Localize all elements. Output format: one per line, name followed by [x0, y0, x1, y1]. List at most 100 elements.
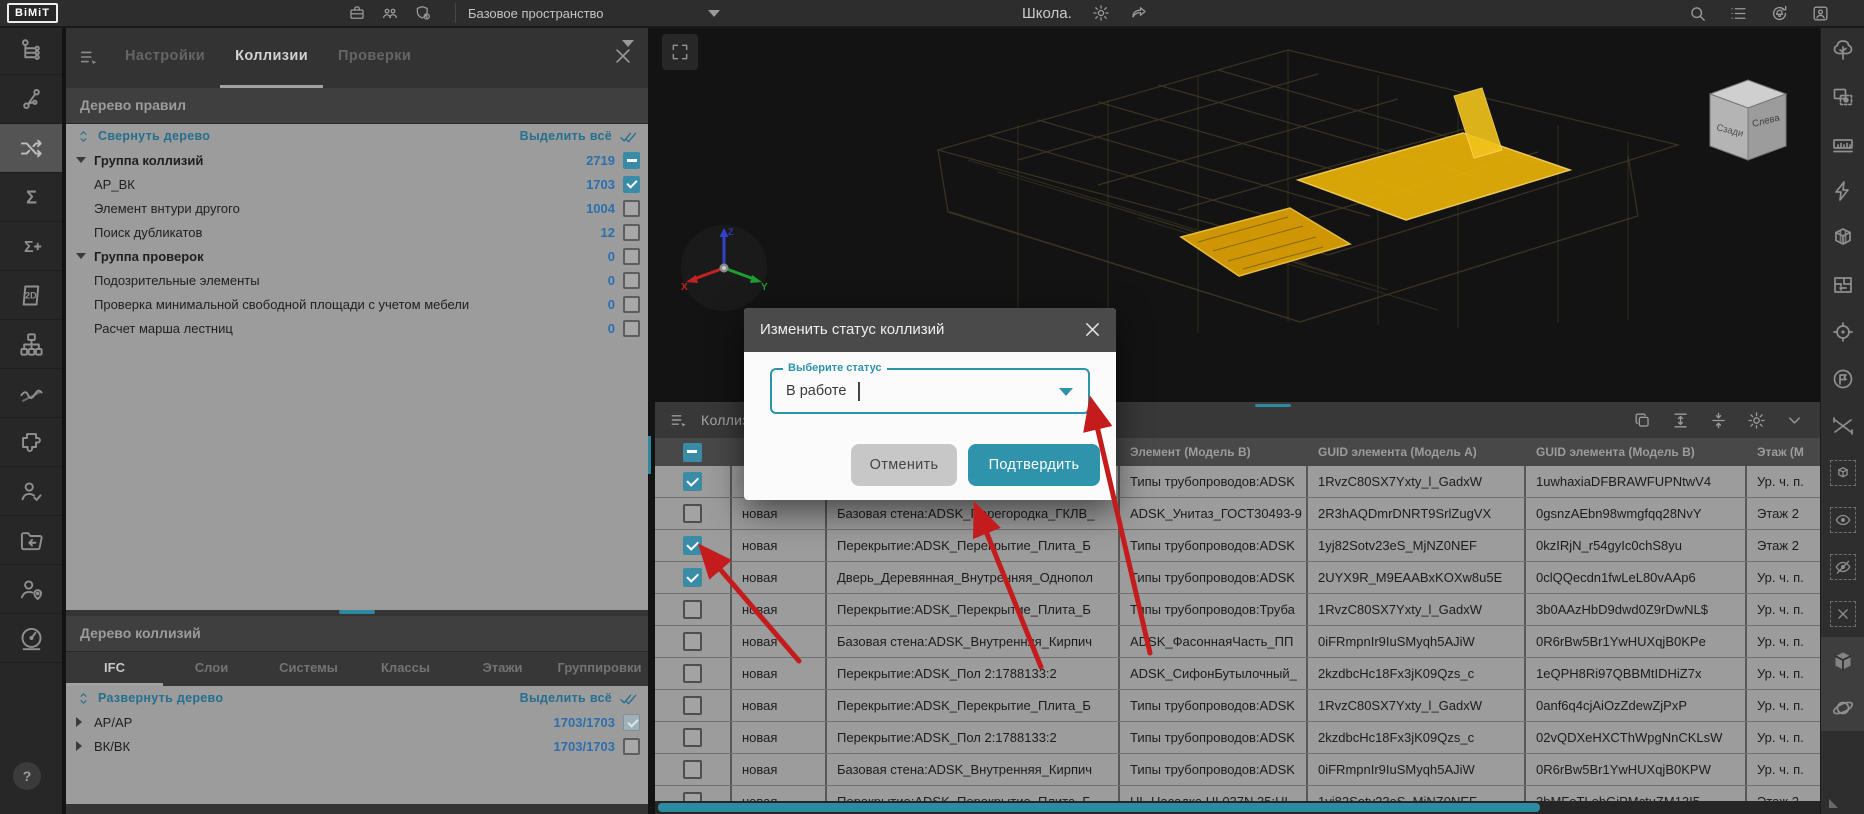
viewport-tool-floorplan[interactable]	[1821, 261, 1864, 308]
rule-item[interactable]: Элемент внтури другого1004	[66, 196, 648, 220]
viewport-tool-ruler[interactable]	[1821, 120, 1864, 167]
column-header-4[interactable]: GUID элемента (Модель A)	[1306, 438, 1524, 466]
row-checkbox[interactable]	[683, 536, 702, 555]
table-resize-handle[interactable]	[1255, 404, 1291, 407]
rule-item-checkbox[interactable]	[623, 320, 640, 337]
row-checkbox[interactable]	[683, 696, 702, 715]
briefcase-icon[interactable]	[348, 4, 366, 22]
shield-status-icon[interactable]	[414, 4, 432, 22]
rail-tool-hierarchy[interactable]	[0, 26, 62, 75]
expand-tree-link[interactable]: Развернуть дерево	[98, 691, 223, 705]
collision-group-item-checkbox[interactable]	[623, 738, 640, 755]
column-header-3[interactable]: Элемент (Модель B)	[1118, 438, 1306, 466]
collision-row[interactable]: новаяПерекрытие:ADSK_Пол 2:1788133:2Типы…	[655, 722, 1820, 754]
viewport-tool-solid-cube[interactable]	[1821, 637, 1864, 684]
rail-tool-puzzle[interactable]	[0, 418, 62, 467]
rule-item[interactable]: АР_ВК1703	[66, 172, 648, 196]
team-icon[interactable]	[381, 4, 399, 22]
search-icon[interactable]	[1688, 4, 1707, 23]
tab-Коллизии[interactable]: Коллизии	[220, 26, 323, 88]
row-checkbox[interactable]	[683, 664, 702, 683]
tree-caret-icon[interactable]	[76, 157, 94, 163]
rule-item[interactable]: Группа коллизий2719	[66, 148, 648, 172]
row-checkbox[interactable]	[683, 760, 702, 779]
collapse-rows-icon[interactable]	[1709, 411, 1728, 430]
rule-item[interactable]: Проверка минимальной свободной площади с…	[66, 292, 648, 316]
collision-row[interactable]: новаяПерекрытие:ADSK_Перекрытие_Плита_БТ…	[655, 594, 1820, 626]
collision-row[interactable]: новаяБазовая стена:ADSK_Перегородка_ГКЛВ…	[655, 498, 1820, 530]
collision-group-item-checkbox[interactable]	[623, 714, 640, 731]
help-button[interactable]: ?	[13, 762, 41, 790]
collapse-tree-link[interactable]: Свернуть дерево	[98, 129, 210, 143]
rule-item[interactable]: Поиск дубликатов12	[66, 220, 648, 244]
rail-tool-trend[interactable]	[0, 369, 62, 418]
collision-tab-IFC[interactable]: IFC	[66, 652, 163, 686]
rail-tool-clash[interactable]	[0, 124, 62, 173]
chevron-down-icon[interactable]	[1785, 411, 1804, 430]
rule-item[interactable]: Подозрительные элементы0	[66, 268, 648, 292]
viewport-tool-nature[interactable]	[1821, 26, 1864, 73]
rail-tool-sigma[interactable]: Σ	[0, 173, 62, 222]
notification-sync-icon[interactable]	[1770, 4, 1789, 23]
collision-group-item[interactable]: АР/АР1703/1703	[66, 710, 648, 734]
close-icon[interactable]	[612, 45, 634, 67]
collision-row[interactable]: новаяПерекрытие:ADSK_Пол 2:1788133:2ADSK…	[655, 658, 1820, 690]
rail-tool-sigma-plus[interactable]: Σ	[0, 222, 62, 271]
select-all-link[interactable]: Выделить всё	[520, 129, 612, 143]
collapse-section-icon[interactable]	[622, 40, 634, 47]
rule-item[interactable]: Расчет марша лестниц0	[66, 316, 648, 340]
horizontal-scrollbar[interactable]	[655, 801, 1820, 814]
rule-item-checkbox[interactable]	[623, 224, 640, 241]
panel-menu-icon[interactable]	[78, 46, 100, 68]
resize-corner[interactable]	[1829, 799, 1838, 808]
collision-tab-Этажи[interactable]: Этажи	[454, 652, 551, 686]
list-menu-icon[interactable]	[1729, 4, 1748, 23]
tab-Настройки[interactable]: Настройки	[110, 26, 220, 88]
tab-Проверки[interactable]: Проверки	[323, 26, 426, 88]
collision-row[interactable]: новаяДверь_Деревянная_Внутренняя_Однопол…	[655, 562, 1820, 594]
viewport-tool-eye-off[interactable]	[1821, 543, 1864, 590]
column-header-5[interactable]: GUID элемента (Модель B)	[1524, 438, 1745, 466]
viewport-tool-flag[interactable]	[1821, 355, 1864, 402]
fullscreen-button[interactable]	[662, 34, 698, 70]
collision-tab-Классы[interactable]: Классы	[357, 652, 454, 686]
viewport-tool-eye[interactable]	[1821, 496, 1864, 543]
row-checkbox[interactable]	[683, 728, 702, 747]
chevron-down-icon[interactable]	[1059, 388, 1073, 396]
collision-tab-Системы[interactable]: Системы	[260, 652, 357, 686]
row-checkbox[interactable]	[683, 600, 702, 619]
rule-item-checkbox[interactable]	[623, 176, 640, 193]
row-checkbox[interactable]	[683, 568, 702, 587]
rail-tool-orgchart[interactable]	[0, 320, 62, 369]
close-icon[interactable]	[1082, 319, 1103, 340]
tree-caret-icon[interactable]	[76, 741, 94, 751]
workspace-selector[interactable]: Базовое пространство	[468, 0, 720, 26]
row-checkbox[interactable]	[683, 632, 702, 651]
viewport-tool-ghost-cube[interactable]	[1821, 449, 1864, 496]
collision-tab-Группировки[interactable]: Группировки	[551, 652, 648, 686]
rail-tool-branch[interactable]	[0, 75, 62, 124]
rail-tool-user-check[interactable]	[0, 467, 62, 516]
scrollbar-thumb[interactable]	[658, 803, 1540, 812]
rule-item-checkbox[interactable]	[623, 152, 640, 169]
tree-caret-icon[interactable]	[76, 253, 94, 259]
viewport-tool-select-region[interactable]	[1821, 73, 1864, 120]
viewport-tool-delete-x[interactable]	[1821, 590, 1864, 637]
copy-icon[interactable]	[1633, 411, 1652, 430]
row-checkbox[interactable]	[683, 504, 702, 523]
view-cube[interactable]: Сзади Слева	[1702, 68, 1794, 168]
viewport-tool-locate[interactable]	[1821, 308, 1864, 355]
rule-item[interactable]: Группа проверок0	[66, 244, 648, 268]
status-select[interactable]: Выберите статус В работе	[770, 368, 1090, 414]
rail-tool-sheet2d[interactable]: 2D	[0, 271, 62, 320]
cancel-button[interactable]: Отменить	[851, 444, 957, 486]
gear-icon[interactable]	[1092, 4, 1110, 22]
bimit-logo[interactable]: BiMiT	[7, 3, 58, 23]
tree-caret-icon[interactable]	[76, 717, 94, 727]
rule-item-checkbox[interactable]	[623, 272, 640, 289]
viewport-tool-orbit[interactable]	[1821, 684, 1864, 731]
collision-group-item[interactable]: ВК/ВК1703/1703	[66, 734, 648, 758]
rule-item-checkbox[interactable]	[623, 296, 640, 313]
axis-gizmo[interactable]: X Y Z	[678, 222, 770, 314]
collision-row[interactable]: новаяБазовая стена:ADSK_Внутренняя_Кирпи…	[655, 626, 1820, 658]
